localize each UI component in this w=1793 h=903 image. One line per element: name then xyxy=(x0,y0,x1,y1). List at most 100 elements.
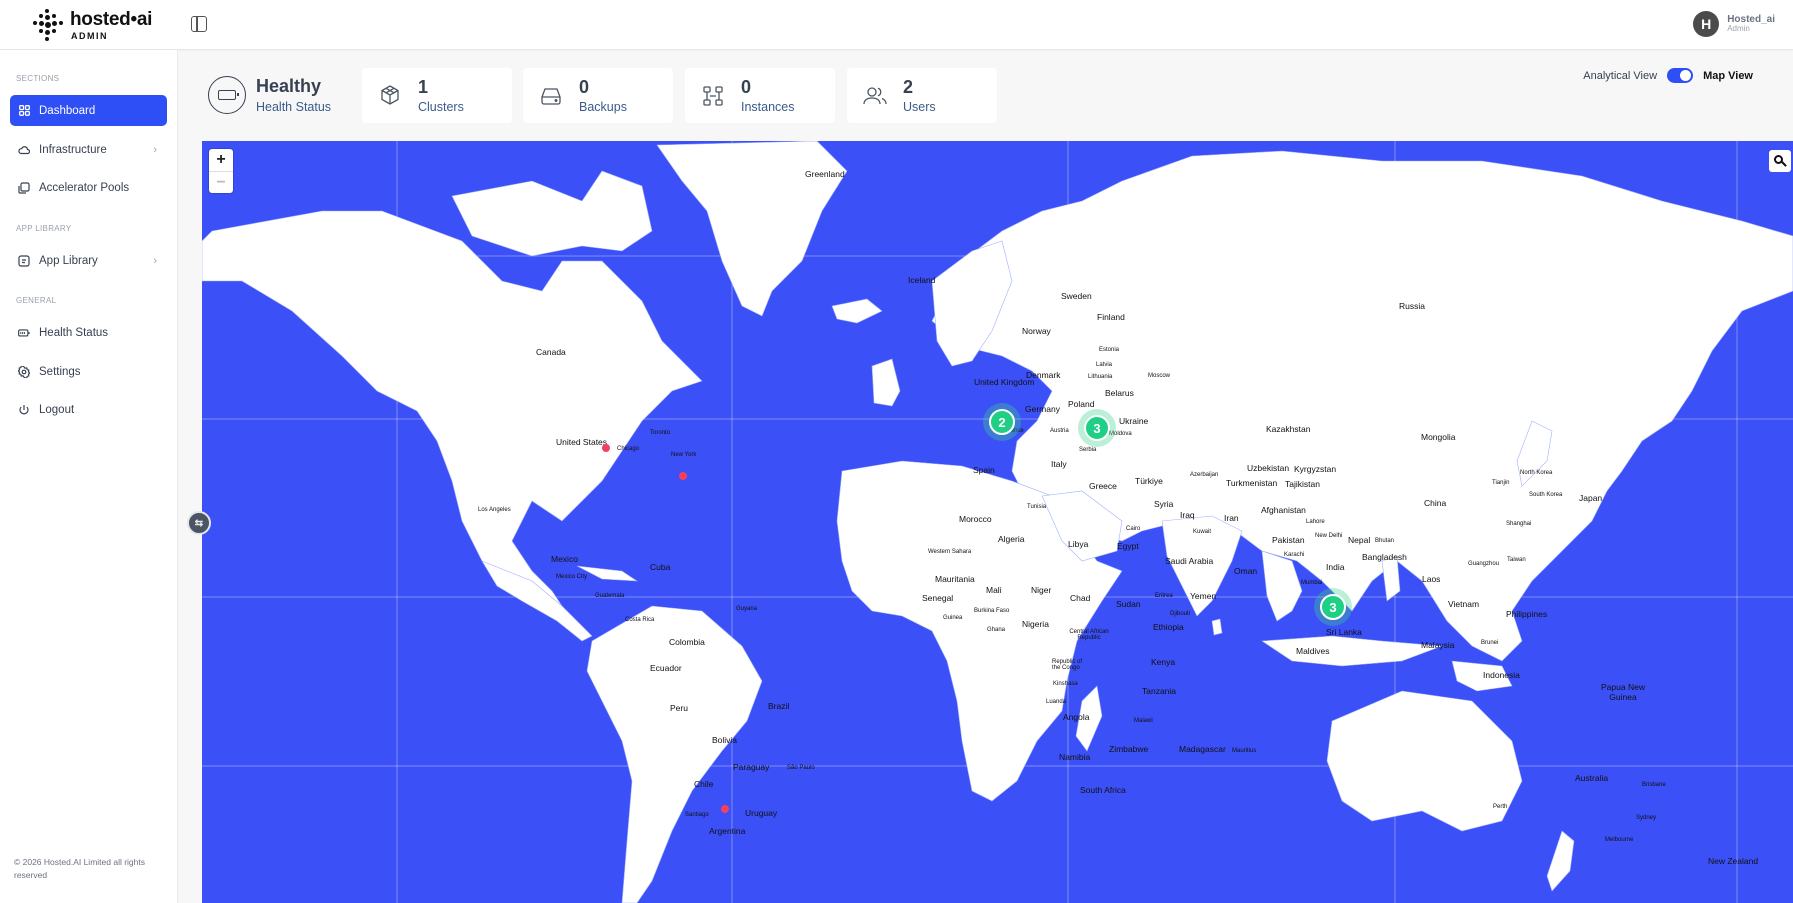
world-map-shapes xyxy=(202,141,1793,903)
map-label-turkmenistan: Turkmenistan xyxy=(1226,478,1278,488)
map-label-iran: Iran xyxy=(1224,513,1239,523)
map-location-pin[interactable] xyxy=(679,472,687,480)
map-label-guangzhou: Guangzhou xyxy=(1468,561,1500,567)
map-label-north-korea: North Korea xyxy=(1520,470,1553,476)
map-label-sudan: Sudan xyxy=(1116,599,1141,609)
map-search-button[interactable] xyxy=(1769,150,1791,172)
map-label-western-sahara: Western Sahara xyxy=(928,549,972,555)
map-label-kazakhstan: Kazakhstan xyxy=(1266,424,1311,434)
brand-logo[interactable]: hosted•ai ADMIN xyxy=(32,9,152,41)
stat-card-backups[interactable]: 0 Backups xyxy=(523,68,673,123)
map-label-perth: Perth xyxy=(1493,804,1508,810)
sidebar-item-label: App Library xyxy=(39,254,98,267)
map-location-pin[interactable] xyxy=(602,444,610,452)
stat-card-clusters[interactable]: 1 Clusters xyxy=(362,68,512,123)
map-label-bolivia: Bolivia xyxy=(712,735,738,745)
map-label-mongolia: Mongolia xyxy=(1421,432,1456,442)
sidebar-collapse-handle[interactable]: ⇆ xyxy=(187,511,211,535)
map-location-pin[interactable] xyxy=(721,805,729,813)
layers-icon xyxy=(18,181,30,194)
map-label-kinshasa: Kinshasa xyxy=(1053,681,1078,687)
map-label-morocco: Morocco xyxy=(959,514,992,524)
map-label-united-kingdom: United Kingdom xyxy=(974,377,1035,387)
map-label-greece: Greece xyxy=(1089,481,1117,491)
map-label-saudi-arabia: Saudi Arabia xyxy=(1165,556,1214,566)
map-label-nepal: Nepal xyxy=(1348,535,1371,545)
map-label-mali: Mali xyxy=(986,585,1002,595)
map-label-mauritius: Mauritius xyxy=(1232,748,1257,754)
sidebar-item-accelerator-pools[interactable]: Accelerator Pools xyxy=(10,172,167,203)
map-label-norway: Norway xyxy=(1022,326,1051,336)
map-label-karachi: Karachi xyxy=(1284,552,1305,558)
stat-value: 2 xyxy=(903,77,914,97)
map-label-syria: Syria xyxy=(1154,499,1174,509)
map-label-ecuador: Ecuador xyxy=(650,663,682,673)
user-menu[interactable]: H Hosted_ai Admin xyxy=(1693,11,1775,37)
map-label-mauritania: Mauritania xyxy=(935,574,975,584)
map-label-greenland: Greenland xyxy=(805,169,845,179)
sidebar-item-app-library[interactable]: App Library › xyxy=(10,245,167,276)
map-label-cairo: Cairo xyxy=(1126,526,1141,532)
map-cluster-marker[interactable]: 3 xyxy=(1078,409,1116,447)
network-icon xyxy=(701,84,725,108)
map-label-australia: Australia xyxy=(1575,773,1609,783)
section-label-app-library: APP LIBRARY xyxy=(16,224,72,233)
sidebar-item-infrastructure[interactable]: Infrastructure › xyxy=(10,134,167,165)
stat-card-users[interactable]: 2 Users xyxy=(847,68,997,123)
stat-label: Instances xyxy=(741,100,795,114)
stat-label: Users xyxy=(903,100,936,114)
map-label-brazil: Brazil xyxy=(768,701,790,711)
sidebar-item-logout[interactable]: Logout xyxy=(10,394,167,425)
map-label-guyana: Guyana xyxy=(736,606,758,612)
map-label-malaysia: Malaysia xyxy=(1421,640,1455,650)
map-label-mexico: Mexico xyxy=(551,554,578,564)
battery-icon xyxy=(18,327,30,339)
map-label-djibouti: Djibouti xyxy=(1170,611,1191,617)
map-label-india: India xyxy=(1326,562,1345,572)
user-role: Admin xyxy=(1727,24,1750,34)
sidebar-item-health-status[interactable]: Health Status xyxy=(10,317,167,348)
avatar: H xyxy=(1693,11,1720,37)
chevron-right-icon: › xyxy=(153,254,157,267)
map-label-afghanistan: Afghanistan xyxy=(1261,505,1306,515)
map-label-bangladesh: Bangladesh xyxy=(1362,552,1407,562)
map-label-guinea: Guinea xyxy=(943,615,963,621)
map-label-ghana: Ghana xyxy=(987,627,1006,633)
map-label-kyrgyzstan: Kyrgyzstan xyxy=(1294,464,1337,474)
sidebar-item-dashboard[interactable]: Dashboard xyxy=(10,95,167,126)
map-label-sweden: Sweden xyxy=(1061,291,1092,301)
stat-card-instances[interactable]: 0 Instances xyxy=(685,68,835,123)
map-label-laos: Laos xyxy=(1422,574,1441,584)
map-label-belarus: Belarus xyxy=(1105,388,1134,398)
map-label-namibia: Namibia xyxy=(1059,752,1091,762)
drive-icon xyxy=(539,84,563,108)
sidebar-toggle-icon[interactable] xyxy=(191,16,207,32)
view-switch[interactable] xyxy=(1667,68,1694,83)
map-label-canada: Canada xyxy=(536,347,566,357)
zoom-out-button[interactable]: − xyxy=(209,171,233,193)
top-bar: hosted•ai ADMIN H Hosted_ai Admin xyxy=(0,0,1793,50)
map-label-paraguay: Paraguay xyxy=(733,762,770,772)
cluster-count: 3 xyxy=(1320,594,1346,620)
map-cluster-marker[interactable]: 2 xyxy=(983,403,1021,441)
world-map[interactable]: Greenland Iceland Russia Canada United S… xyxy=(202,141,1793,903)
logo-icon xyxy=(32,9,64,41)
map-cluster-marker[interactable]: 3 xyxy=(1314,588,1352,626)
stat-label: Backups xyxy=(579,100,627,114)
map-label-serbia: Serbia xyxy=(1079,447,1097,453)
users-icon xyxy=(863,84,887,108)
sidebar-item-settings[interactable]: Settings xyxy=(10,356,167,387)
map-label-new-zealand: New Zealand xyxy=(1708,856,1759,866)
map-label-luanda: Luanda xyxy=(1046,699,1067,705)
map-label-chad: Chad xyxy=(1070,593,1091,603)
map-label-zimbabwe: Zimbabwe xyxy=(1109,744,1149,754)
map-label-finland: Finland xyxy=(1097,312,1125,322)
map-label-brisbane: Brisbane xyxy=(1642,782,1666,788)
battery-icon xyxy=(208,76,246,114)
map-label-mexico-city: Mexico City xyxy=(556,574,588,580)
map-view-label[interactable]: Map View xyxy=(1703,70,1753,82)
analytical-view-label[interactable]: Analytical View xyxy=(1583,70,1657,82)
zoom-in-button[interactable]: + xyxy=(209,149,233,171)
sidebar-item-label: Health Status xyxy=(39,326,109,339)
brand-name: hosted•ai xyxy=(70,8,153,30)
